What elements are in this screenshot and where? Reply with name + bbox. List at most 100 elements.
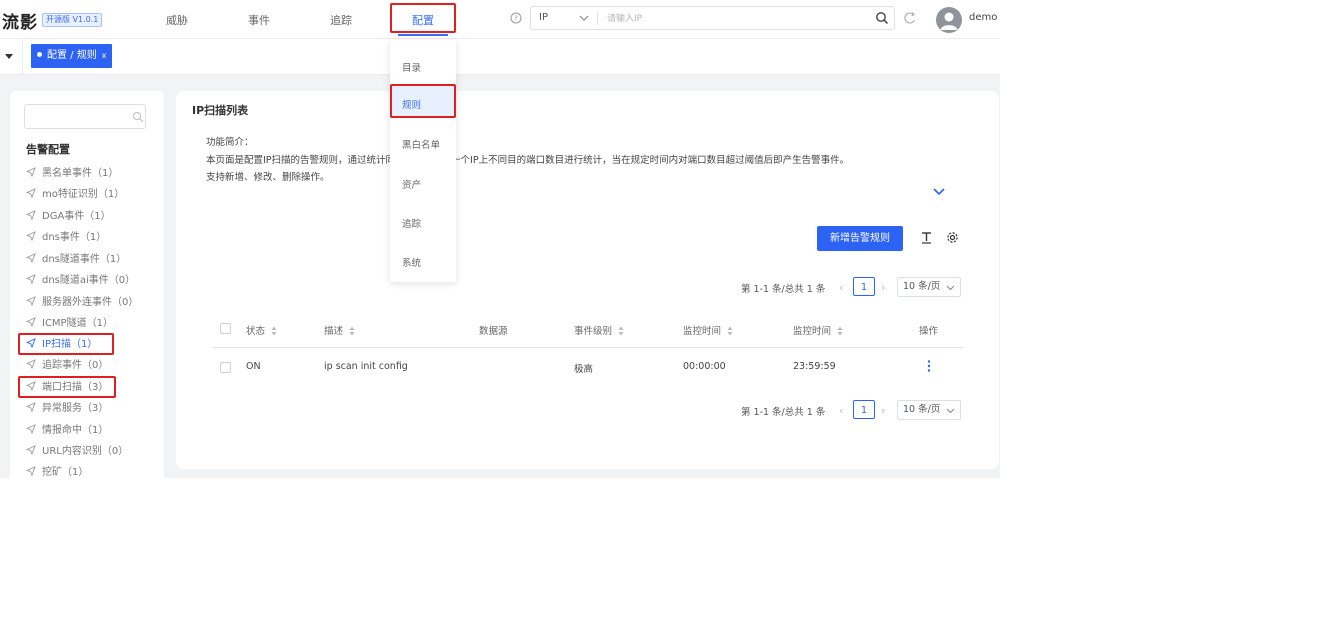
chevron-down-icon[interactable] [579, 14, 589, 22]
col-description[interactable]: 描述 [324, 323, 355, 337]
page-size-value: 10 条/页 [903, 281, 941, 292]
col-source: 数据源 [479, 326, 508, 337]
sort-icon[interactable] [271, 326, 277, 336]
send-icon [26, 466, 36, 476]
dropdown-item[interactable]: 黑白名单 [402, 137, 440, 151]
dropdown-item[interactable]: 资产 [402, 177, 421, 191]
tab-close-button[interactable]: x [102, 51, 107, 60]
sort-icon[interactable] [618, 326, 624, 336]
caret-down-icon[interactable] [2, 49, 16, 63]
col-end-time-label: 监控时间 [793, 326, 832, 337]
sidebar-item-label: ICMP隧道（1） [42, 318, 113, 329]
sidebar-item-label: 服务器外连事件（0） [42, 297, 139, 308]
nav-trace[interactable]: 追踪 [330, 12, 352, 28]
sidebar-item[interactable]: 挖矿（1） [26, 464, 88, 478]
sidebar-item[interactable]: dns事件（1） [26, 229, 106, 247]
tab-divider [22, 39, 23, 74]
help-icon[interactable]: ? [510, 12, 522, 24]
chevron-left-icon[interactable]: ‹ [839, 281, 843, 294]
nav-active-indicator [398, 34, 448, 36]
main-card: IP扫描列表 功能简介： 本页面是配置IP扫描的告警规则，通过统计同一个源IP在… [176, 91, 999, 469]
sidebar-item[interactable]: dns隧道事件（1） [26, 251, 126, 269]
intro-line-1: 本页面是配置IP扫描的告警规则，通过统计同一个源IP在同一个IP上不同目的端口数… [206, 154, 850, 166]
column-height-icon[interactable] [920, 231, 933, 244]
page-title: IP扫描列表 [192, 104, 249, 117]
sidebar-item-label: 黑名单事件（1） [42, 168, 119, 179]
pagination-page[interactable]: 1 [853, 277, 875, 296]
sidebar-search [24, 104, 146, 129]
more-vertical-icon[interactable] [926, 359, 932, 373]
search-type-select[interactable]: IP [539, 12, 548, 23]
search-icon[interactable] [875, 11, 889, 25]
sort-icon[interactable] [727, 326, 733, 336]
dropdown-rules-highlight [390, 84, 456, 118]
top-header: 流影 开源版 V1.0.1 威胁 事件 追踪 配置 ? IP 请输入IP dem… [0, 0, 1000, 39]
chevron-down-icon [946, 285, 955, 291]
pagination-total: 第 1-1 条/总共 1 条 [741, 407, 826, 418]
sidebar-item-label: mo特征识别（1） [42, 189, 125, 200]
sidebar-item-label: dns隧道事件（1） [42, 254, 127, 265]
dropdown-item[interactable]: 目录 [402, 60, 421, 74]
col-status[interactable]: 状态 [246, 323, 277, 337]
col-level[interactable]: 事件级别 [574, 323, 624, 337]
sidebar-item[interactable]: dns隧道ai事件（0） [26, 272, 135, 290]
chevron-left-icon[interactable]: ‹ [839, 404, 843, 417]
cell-end-time: 23:59:59 [793, 361, 836, 372]
send-icon [26, 231, 36, 241]
sort-icon[interactable] [349, 326, 355, 336]
sidebar-item[interactable]: 追踪事件（0） [26, 357, 108, 375]
avatar[interactable] [936, 7, 962, 33]
search-divider [597, 11, 598, 25]
app-window: 流影 开源版 V1.0.1 威胁 事件 追踪 配置 ? IP 请输入IP dem… [0, 0, 1000, 478]
sidebar: 告警配置 黑名单事件（1） mo特征识别（1） DGA事件（1） dns事件（1） dn… [10, 91, 164, 478]
sidebar-item[interactable]: mo特征识别（1） [26, 186, 124, 204]
sidebar-item[interactable]: URL内容识别（0） [26, 443, 128, 461]
search-icon[interactable] [132, 111, 144, 123]
select-all-checkbox[interactable] [220, 323, 231, 334]
send-icon [26, 359, 36, 369]
sort-icon[interactable] [837, 326, 843, 336]
version-badge: 开源版 V1.0.1 [42, 13, 103, 27]
sidebar-item[interactable]: DGA事件（1） [26, 208, 111, 226]
row-checkbox[interactable] [220, 362, 231, 373]
nav-event[interactable]: 事件 [248, 12, 270, 28]
cell-status[interactable]: ON [246, 361, 261, 372]
chevron-down-icon [946, 408, 955, 414]
page-size-select[interactable]: 10 条/页 [897, 277, 961, 297]
col-description-label: 描述 [324, 326, 344, 337]
theme-toggle-icon[interactable] [903, 11, 917, 25]
sidebar-item[interactable]: 黑名单事件（1） [26, 165, 118, 183]
gear-icon[interactable] [946, 231, 959, 244]
sidebar-port-scan-highlight [18, 376, 116, 398]
sidebar-item[interactable]: 情报命中（1） [26, 422, 108, 440]
table-row[interactable]: ON ip scan init config 极高 00:00:00 23:59… [213, 348, 963, 388]
col-start-time[interactable]: 监控时间 [683, 323, 733, 337]
dropdown-item[interactable]: 系统 [402, 255, 421, 269]
username[interactable]: demo [969, 12, 997, 23]
chevron-right-icon[interactable]: › [881, 404, 885, 417]
sidebar-item-label: dns隧道ai事件（0） [42, 275, 136, 286]
sidebar-search-input[interactable] [31, 108, 115, 126]
nav-threat[interactable]: 威胁 [166, 12, 188, 28]
sidebar-item[interactable]: 服务器外连事件（0） [26, 294, 138, 312]
intro-line-2: 支持新增、修改、删除操作。 [206, 172, 330, 183]
send-icon [26, 402, 36, 412]
sidebar-item-label: DGA事件（1） [42, 211, 111, 222]
col-end-time[interactable]: 监控时间 [793, 323, 843, 337]
page-size-select[interactable]: 10 条/页 [897, 400, 961, 420]
dropdown-item[interactable]: 追踪 [402, 216, 421, 230]
sidebar-item-label: 追踪事件（0） [42, 360, 109, 371]
sidebar-item[interactable]: 异常服务（3） [26, 400, 108, 418]
tab-config-rules[interactable]: 配置 / 规则 x [31, 44, 113, 68]
send-icon [26, 445, 36, 455]
feature-intro: 功能简介： 本页面是配置IP扫描的告警规则，通过统计同一个源IP在同一个IP上不… [206, 134, 849, 187]
send-icon [26, 296, 36, 306]
intro-label: 功能简介： [206, 137, 254, 148]
pagination-page[interactable]: 1 [853, 400, 875, 419]
add-alert-rule-button[interactable]: 新增告警规则 [817, 226, 903, 251]
config-dropdown-menu: 目录 规则 黑白名单 资产 追踪 系统 [390, 40, 456, 282]
search-input[interactable] [605, 10, 859, 28]
chevron-right-icon[interactable]: › [881, 281, 885, 294]
sidebar-item[interactable]: ICMP隧道（1） [26, 315, 113, 333]
chevron-down-icon[interactable] [932, 187, 946, 197]
